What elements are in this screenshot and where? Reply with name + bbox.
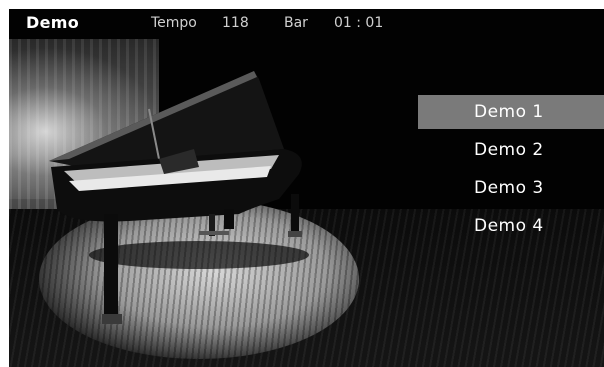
display-screen: Demo Tempo 118 Bar 01 : 01 Demo 1 Demo 2… [9,9,604,367]
demo-item-2[interactable]: Demo 2 [418,133,604,171]
demo-item-1[interactable]: Demo 1 [418,95,604,129]
page-title: Demo [26,13,79,32]
status-bar: Demo Tempo 118 Bar 01 : 01 [9,9,604,37]
demo-list: Demo 1 Demo 2 Demo 3 Demo 4 [418,95,604,247]
bar-label: Bar [284,15,308,31]
demo-item-3[interactable]: Demo 3 [418,171,604,209]
tempo-value: 118 [222,15,249,31]
demo-item-4[interactable]: Demo 4 [418,209,604,247]
bar-value: 01 : 01 [334,15,384,31]
tempo-label: Tempo [151,15,197,31]
